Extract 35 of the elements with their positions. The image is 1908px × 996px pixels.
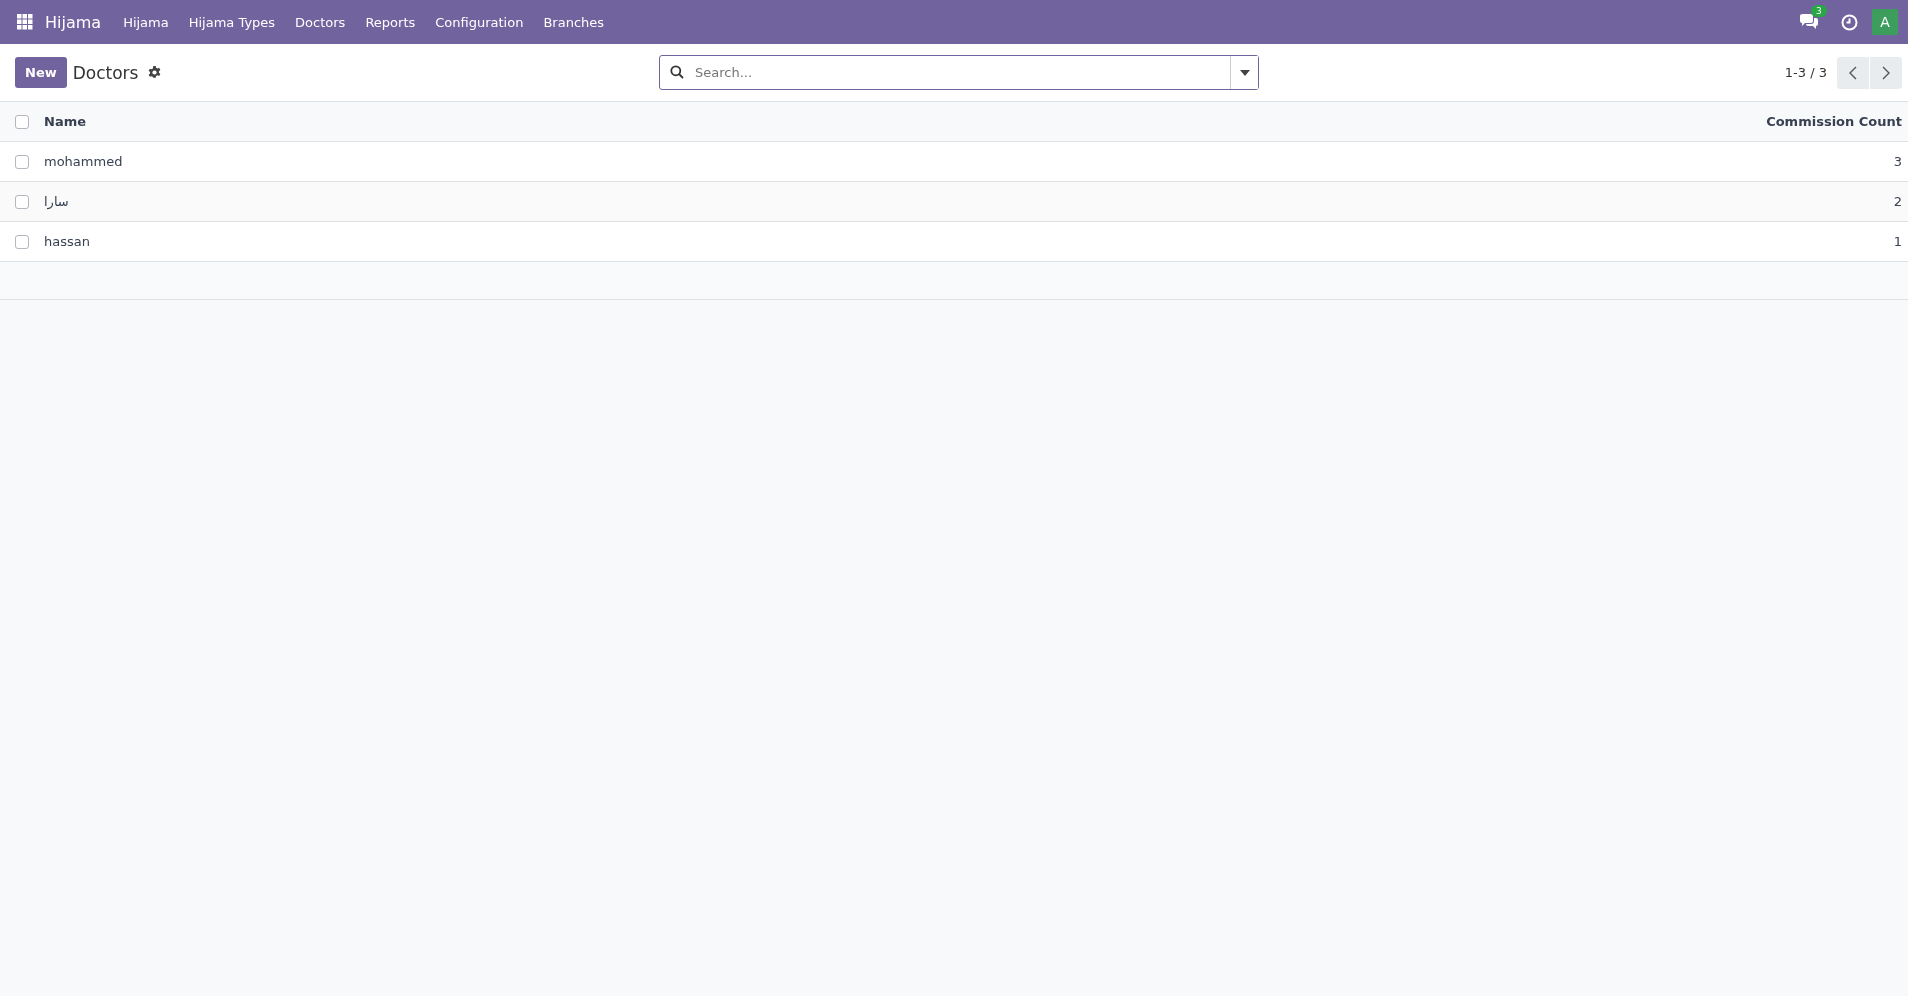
table-cell: سارا [44,194,69,209]
chevron-right-icon [1882,65,1890,80]
previous-page-button[interactable] [1837,56,1869,89]
next-page-button[interactable] [1870,56,1902,89]
settings-icon[interactable] [148,66,162,79]
message-count-badge: 3 [1811,5,1827,17]
select-all-checkbox[interactable] [15,115,29,130]
menu-item[interactable]: Hijama Types [178,14,286,30]
search-options-button[interactable] [1230,56,1258,89]
menu-item[interactable]: Doctors [285,14,356,30]
chat-icon[interactable] [1799,14,1819,30]
pager-text: 1-3 / 3 [1784,65,1827,80]
table-cell: 2 [1893,194,1902,209]
table-cell: hassan [44,234,90,249]
menu-item[interactable]: Configuration [425,14,534,30]
column-header[interactable]: Commission Count [1766,114,1902,129]
menu-item[interactable]: Reports [355,14,426,30]
user-avatar[interactable]: A [1872,9,1898,35]
app-grid-icon[interactable] [17,14,33,30]
row-checkbox[interactable] [15,195,29,210]
table-cell: 3 [1893,154,1902,169]
clock-icon[interactable] [1841,13,1858,31]
row-checkbox[interactable] [15,155,29,170]
app-name-link[interactable]: Hijama [45,12,102,32]
search-field[interactable]: Search... [659,55,1259,90]
caret-icon [1239,69,1250,76]
chevron-left-icon [1849,65,1857,80]
menu-item[interactable]: Branches [533,14,615,30]
menu-item[interactable]: Hijama [113,14,179,30]
page-title: Doctors [72,62,139,83]
new-button[interactable]: New [15,57,67,88]
table-cell: 1 [1893,234,1902,249]
row-checkbox[interactable] [15,235,29,250]
column-header[interactable]: Name [44,114,86,129]
table-cell: mohammed [44,154,123,169]
